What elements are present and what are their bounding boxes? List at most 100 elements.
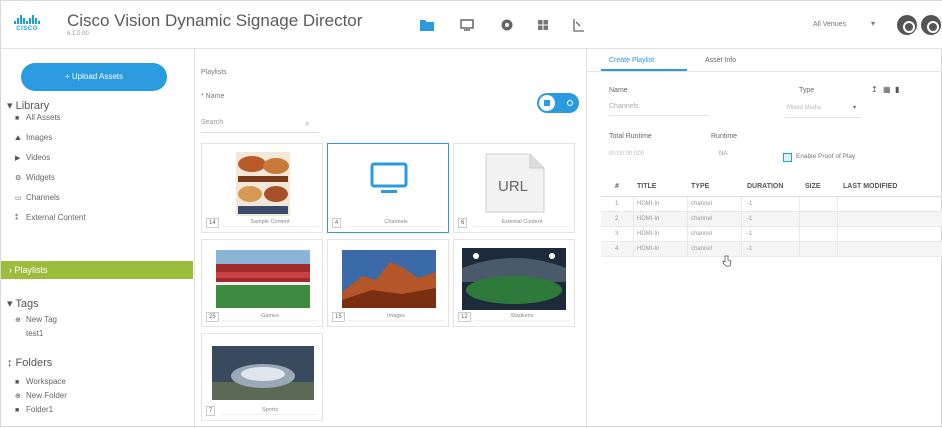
folder-icon[interactable]: [419, 17, 435, 33]
sidebar: + Upload Assets ▾ Library ■ All Assets ⛰ Im…: [1, 49, 195, 428]
sidebar-item-library-icon: ■: [15, 115, 20, 122]
search-icon[interactable]: ⌕: [305, 119, 309, 129]
sidebar-item-folder-icon: ⊕: [15, 393, 21, 400]
table-row[interactable]: 1 HDMI-In channel -1: [601, 197, 942, 212]
playlist-tile[interactable]: 14 Sample Content: [201, 143, 323, 233]
gear-icon[interactable]: [499, 17, 515, 33]
view-toggle[interactable]: [537, 93, 579, 113]
sidebar-item-library-label: Videos: [26, 153, 51, 162]
grid-icon[interactable]: [535, 17, 551, 33]
table-header: # TITLE TYPE DURATION SIZE LAST MODIFIED: [601, 175, 942, 197]
type-label: Type: [799, 87, 815, 94]
sidebar-item-library-3[interactable]: ⚙ Widgets: [15, 173, 55, 182]
playlist-tile[interactable]: 25 Games: [201, 239, 323, 327]
playlist-tile[interactable]: 4 Channels: [327, 143, 449, 233]
playlist-tile[interactable]: 15 Images: [327, 239, 449, 327]
sidebar-item-library-label: Channels: [26, 193, 60, 202]
name-label: * Name: [201, 93, 225, 100]
tab-create-playlist[interactable]: Create Playlist: [609, 57, 654, 64]
col-header[interactable]: DURATION: [747, 183, 783, 190]
item-count: 15: [332, 312, 345, 322]
col-header[interactable]: TYPE: [691, 183, 709, 190]
sidebar-item-library-label: All Assets: [26, 113, 61, 122]
sidebar-item-library-label: Widgets: [26, 173, 55, 182]
playlist-table: # TITLE TYPE DURATION SIZE LAST MODIFIED…: [601, 175, 942, 257]
name-field[interactable]: Channels: [609, 103, 639, 110]
sidebar-item-library-5[interactable]: ⁑ External Content: [15, 213, 86, 222]
chevron-down-icon[interactable]: ▾: [853, 104, 856, 111]
tile-caption: Sports: [222, 407, 318, 415]
search-input[interactable]: Search: [201, 119, 319, 133]
folders-heading[interactable]: ↕ Folders: [7, 357, 52, 369]
app-window: CISCO Cisco Vision Dynamic Signage Direc…: [0, 0, 942, 428]
canyon-thumbnail: [342, 250, 436, 308]
arena-thumbnail: [212, 346, 314, 400]
cisco-logo: CISCO: [13, 15, 41, 37]
upload-icon[interactable]: ↥: [871, 85, 878, 94]
grid-icon[interactable]: ▦: [883, 85, 891, 94]
item-count: 6: [458, 218, 468, 228]
sidebar-item-playlists[interactable]: › Playlists: [1, 261, 193, 279]
table-cell: HDMI-In: [637, 216, 660, 222]
chevron-down-icon[interactable]: ▾: [871, 19, 875, 28]
sidebar-item-library-0[interactable]: ■ All Assets: [15, 113, 61, 122]
sidebar-item-folder-2[interactable]: ■ Folder1: [15, 405, 53, 414]
sidebar-item-library-4[interactable]: ▭ Channels: [15, 193, 60, 202]
item-count: 7: [206, 406, 216, 416]
table-row[interactable]: 4 HDMI-In channel -1: [601, 242, 942, 257]
playlist-tile[interactable]: 12 Stadiums: [453, 239, 575, 327]
runtime-label: Runtime: [711, 133, 738, 140]
col-header[interactable]: LAST MODIFIED: [843, 183, 897, 190]
sidebar-item-library-1[interactable]: ⛰ Images: [15, 133, 52, 143]
venue-select[interactable]: All Venues: [813, 21, 846, 28]
playlist-tile[interactable]: 7 Sports: [201, 333, 323, 421]
sidebar-item-folder-1[interactable]: ⊕ New Folder: [15, 391, 67, 400]
runtime-value: NA: [719, 151, 728, 157]
table-cell: channel: [691, 216, 713, 222]
table-cell: HDMI-In: [637, 231, 660, 237]
proof-of-play-checkbox[interactable]: [783, 153, 792, 162]
table-cell: 4: [615, 246, 619, 252]
user-icon[interactable]: [921, 15, 941, 35]
table-row[interactable]: 3 HDMI-In channel -1: [601, 227, 942, 242]
tile-caption: External Content: [474, 219, 570, 227]
table-row[interactable]: 2 HDMI-In channel -1: [601, 212, 942, 227]
sidebar-item-tag-0[interactable]: ⊕ New Tag: [15, 315, 57, 324]
table-cell: channel: [691, 231, 713, 237]
table-cell: HDMI-In: [637, 246, 660, 252]
sidebar-item-library-2[interactable]: ▶ Videos: [15, 153, 50, 162]
table-cell: 3: [615, 231, 619, 237]
upload-assets-button[interactable]: + Upload Assets: [21, 63, 167, 91]
tile-caption: Channels: [348, 219, 444, 227]
item-count: 14: [206, 218, 219, 228]
help-icon[interactable]: [897, 15, 917, 35]
tile-caption: Images: [348, 313, 444, 321]
type-select[interactable]: Mixed Media: [787, 105, 821, 111]
library-heading[interactable]: ▾ Library: [7, 99, 49, 112]
hand-cursor-icon: [722, 255, 732, 267]
col-header[interactable]: #: [615, 183, 619, 190]
header-bar: CISCO Cisco Vision Dynamic Signage Direc…: [1, 1, 942, 49]
monitor-icon[interactable]: [459, 17, 475, 33]
sidebar-item-library-label: Images: [26, 133, 53, 142]
tags-heading[interactable]: ▾ Tags: [7, 297, 39, 310]
flow-icon[interactable]: [571, 17, 587, 33]
table-cell: channel: [691, 246, 713, 252]
sidebar-item-tag-1[interactable]: test1: [15, 329, 43, 338]
sidebar-item-library-icon: ▶: [15, 155, 21, 162]
playlist-editor: Create Playlist Asset Info Name Channels…: [587, 49, 942, 428]
playlist-tile[interactable]: URL 6 External Content: [453, 143, 575, 233]
sidebar-item-tag-label: test1: [26, 329, 44, 338]
food-thumbnail: [236, 152, 290, 216]
active-tab-indicator: [601, 69, 687, 71]
sidebar-item-folder-icon: ■: [15, 407, 20, 414]
playlists-label: › Playlists: [9, 265, 48, 275]
sidebar-item-folder-0[interactable]: ■ Workspace: [15, 377, 66, 386]
col-header[interactable]: TITLE: [637, 183, 656, 190]
col-header[interactable]: SIZE: [805, 183, 821, 190]
tab-asset-info[interactable]: Asset Info: [705, 57, 736, 64]
sidebar-item-tag-icon: ⊕: [15, 317, 21, 324]
table-cell: -1: [747, 201, 753, 207]
item-count: 4: [332, 218, 342, 228]
trash-icon[interactable]: ▮: [895, 85, 899, 94]
